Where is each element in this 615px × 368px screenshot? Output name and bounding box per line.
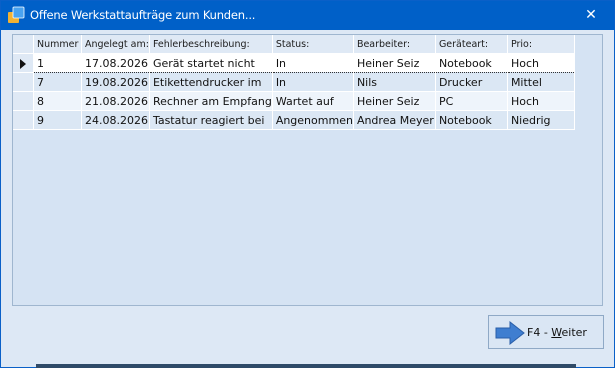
- cell-angelegt[interactable]: 19.08.2026: [81, 72, 150, 92]
- app-icon: [8, 6, 25, 23]
- next-button-prefix: F4 -: [527, 326, 552, 339]
- column-header-nummer[interactable]: Nummer: [33, 35, 82, 54]
- cell-angelegt[interactable]: 24.08.2026: [81, 110, 150, 130]
- table-row[interactable]: 9 24.08.2026 Tastatur reagiert bei Angen…: [13, 110, 575, 130]
- cell-nummer[interactable]: 9: [33, 110, 82, 130]
- arrow-right-icon: [495, 321, 525, 345]
- cell-geraeteart[interactable]: Notebook: [435, 53, 508, 73]
- row-indicator: [13, 53, 34, 73]
- orders-table: Nummer Angelegt am: Fehlerbeschreibung: …: [13, 35, 575, 130]
- cell-bearbeiter[interactable]: Nils: [353, 72, 436, 92]
- table-row[interactable]: 8 21.08.2026 Rechner am Empfang Wartet a…: [13, 91, 575, 111]
- next-button-mnemonic: W: [551, 326, 562, 339]
- cell-bearbeiter[interactable]: Heiner Seiz: [353, 91, 436, 111]
- next-button-label: F4 - Weiter: [527, 326, 587, 339]
- next-button-rest: eiter: [561, 326, 587, 339]
- column-header-geraeteart[interactable]: Geräteart:: [435, 35, 508, 54]
- cell-status[interactable]: Wartet auf: [272, 91, 354, 111]
- row-indicator: [13, 72, 34, 92]
- cell-nummer[interactable]: 1: [33, 53, 82, 73]
- cell-geraeteart[interactable]: PC: [435, 91, 508, 111]
- column-header-fehlerbeschreibung[interactable]: Fehlerbeschreibung:: [149, 35, 273, 54]
- row-pointer-icon: [20, 58, 26, 69]
- grid-header-row: Nummer Angelegt am: Fehlerbeschreibung: …: [13, 35, 575, 54]
- table-row[interactable]: 1 17.08.2026 Gerät startet nicht In Hein…: [13, 53, 575, 73]
- cell-prio[interactable]: Mittel: [507, 72, 575, 92]
- row-indicator: [13, 91, 34, 111]
- cell-bearbeiter[interactable]: Andrea Meyer: [353, 110, 436, 130]
- table-row[interactable]: 7 19.08.2026 Etikettendrucker im In Nils…: [13, 72, 575, 92]
- cell-angelegt[interactable]: 21.08.2026: [81, 91, 150, 111]
- column-header-status[interactable]: Status:: [272, 35, 354, 54]
- cell-fehlerbeschreibung[interactable]: Rechner am Empfang: [149, 91, 273, 111]
- title-bar[interactable]: Offene Werkstattaufträge zum Kunden... ✕: [1, 1, 614, 30]
- orders-grid[interactable]: Nummer Angelegt am: Fehlerbeschreibung: …: [12, 34, 603, 306]
- cell-status[interactable]: In: [272, 72, 354, 92]
- cell-nummer[interactable]: 7: [33, 72, 82, 92]
- cell-geraeteart[interactable]: Notebook: [435, 110, 508, 130]
- cell-geraeteart[interactable]: Drucker: [435, 72, 508, 92]
- cell-nummer[interactable]: 8: [33, 91, 82, 111]
- window-title: Offene Werkstattaufträge zum Kunden...: [30, 8, 256, 22]
- cell-status[interactable]: In: [272, 53, 354, 73]
- cell-status[interactable]: Angenommen: [272, 110, 354, 130]
- cell-bearbeiter[interactable]: Heiner Seiz: [353, 53, 436, 73]
- dialog-window: Offene Werkstattaufträge zum Kunden... ✕…: [0, 0, 615, 368]
- next-button[interactable]: F4 - Weiter: [488, 315, 604, 349]
- column-header-prio[interactable]: Prio:: [507, 35, 575, 54]
- cell-prio[interactable]: Hoch: [507, 53, 575, 73]
- background-window-edge: [36, 364, 576, 368]
- close-icon: ✕: [585, 7, 597, 23]
- row-indicator: [13, 110, 34, 130]
- header-indicator: [13, 35, 34, 54]
- cell-angelegt[interactable]: 17.08.2026: [81, 53, 150, 73]
- cell-prio[interactable]: Hoch: [507, 91, 575, 111]
- cell-fehlerbeschreibung[interactable]: Etikettendrucker im: [149, 72, 273, 92]
- close-button[interactable]: ✕: [568, 1, 614, 30]
- cell-fehlerbeschreibung[interactable]: Tastatur reagiert bei: [149, 110, 273, 130]
- column-header-bearbeiter[interactable]: Bearbeiter:: [353, 35, 436, 54]
- column-header-angelegt[interactable]: Angelegt am:: [81, 35, 150, 54]
- cell-fehlerbeschreibung[interactable]: Gerät startet nicht: [149, 53, 273, 73]
- cell-prio[interactable]: Niedrig: [507, 110, 575, 130]
